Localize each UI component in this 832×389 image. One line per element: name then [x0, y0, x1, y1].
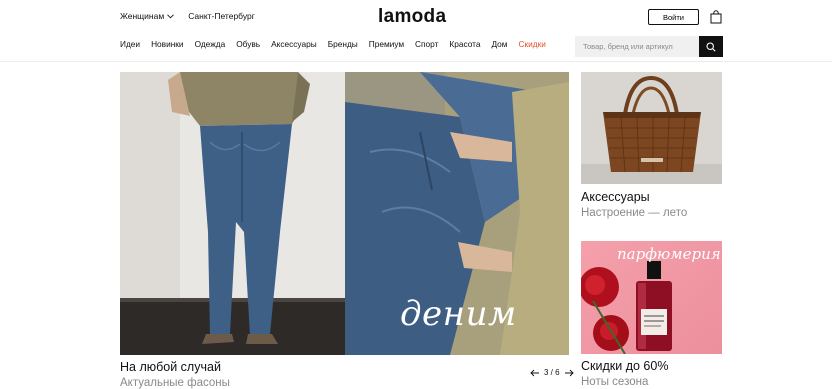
main-nav: Идеи Новинки Одежда Обувь Аксессуары Бре… — [120, 39, 557, 49]
login-button[interactable]: Войти — [648, 9, 699, 25]
carousel-counter: 3 / 6 — [544, 368, 560, 377]
nav-item-premium[interactable]: Премиум — [369, 39, 404, 49]
banner-headline: деним — [400, 294, 517, 334]
nav-item-sport[interactable]: Спорт — [415, 39, 438, 49]
nav-item-accessories[interactable]: Аксессуары — [271, 39, 317, 49]
logo[interactable]: lamoda — [378, 6, 446, 28]
nav-item-sale[interactable]: Скидки — [518, 39, 545, 49]
accessories-card-subtitle: Настроение — лето — [581, 207, 688, 219]
perfume-card-label: парфюмерия — [617, 245, 721, 263]
perfume-card-text: Скидки до 60% Ноты сезона — [581, 359, 668, 388]
nav-item-brands[interactable]: Бренды — [328, 39, 358, 49]
prev-arrow-icon[interactable] — [530, 369, 540, 377]
hero-banner[interactable]: деним — [120, 72, 569, 355]
nav-item-home[interactable]: Дом — [491, 39, 507, 49]
nav-item-beauty[interactable]: Красота — [449, 39, 480, 49]
site-header: Женщинам Санкт-Петербург lamoda Войти Ид… — [0, 0, 832, 62]
nav-item-ideas[interactable]: Идеи — [120, 39, 140, 49]
gender-label: Женщинам — [120, 11, 165, 21]
city-selector[interactable]: Санкт-Петербург — [188, 11, 255, 21]
gender-selector[interactable]: Женщинам — [120, 11, 175, 21]
nav-item-new[interactable]: Новинки — [151, 39, 184, 49]
perfume-card-image[interactable]: парфюмерия — [581, 241, 722, 354]
bag-image — [581, 72, 722, 184]
search-icon — [706, 41, 716, 52]
carousel-pager: 3 / 6 — [530, 368, 574, 377]
perfume-card-subtitle: Ноты сезона — [581, 376, 649, 388]
banner-subtitle: Актуальные фасоны — [120, 377, 230, 389]
nav-item-clothing[interactable]: Одежда — [195, 39, 226, 49]
search-input[interactable] — [575, 36, 699, 57]
chevron-down-icon — [167, 13, 175, 18]
banner-caption: На любой случай Актуальные фасоны — [120, 360, 230, 389]
next-arrow-icon[interactable] — [564, 369, 574, 377]
accessories-card-text: Аксессуары Настроение — лето — [581, 190, 687, 219]
perfume-card-title[interactable]: Скидки до 60% — [581, 359, 668, 373]
shopping-bag-icon[interactable] — [710, 10, 722, 24]
accessories-card-image[interactable] — [581, 72, 722, 184]
search-button[interactable] — [699, 36, 723, 57]
search-bar — [575, 36, 723, 57]
accessories-card-title[interactable]: Аксессуары — [581, 190, 687, 204]
banner-title[interactable]: На любой случай — [120, 360, 230, 374]
nav-item-shoes[interactable]: Обувь — [236, 39, 260, 49]
header-top-left: Женщинам Санкт-Петербург — [120, 11, 255, 21]
